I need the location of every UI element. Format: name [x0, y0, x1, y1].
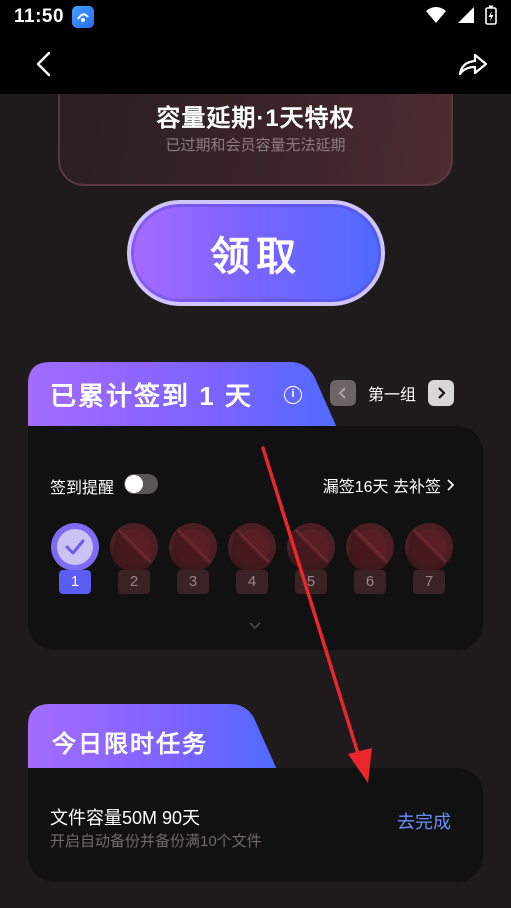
day-locked-circle — [227, 522, 277, 572]
day-item-3[interactable]: 3 — [168, 520, 218, 600]
day-item-6[interactable]: 6 — [345, 520, 395, 600]
battery-charging-icon — [485, 5, 497, 30]
signin-card: 签到提醒 漏签16天 去补签 1 2 3 4 5 6 7 — [28, 426, 483, 650]
day-number: 7 — [413, 570, 445, 594]
info-icon[interactable]: i — [284, 386, 302, 404]
status-bar: 11:50 — [0, 0, 511, 34]
expand-button[interactable] — [248, 618, 262, 636]
task-header-tab: 今日限时任务 — [28, 704, 278, 772]
complete-task-button[interactable]: 去完成 — [397, 808, 451, 834]
day-locked-circle — [168, 522, 218, 572]
day-item-7[interactable]: 7 — [404, 520, 454, 600]
signin-title: 已累计签到 1 天 — [50, 381, 253, 411]
makeup-text: 漏签16天 去补签 — [322, 479, 441, 496]
signal-icon — [457, 6, 475, 29]
next-group-button[interactable] — [428, 380, 455, 406]
day-number: 6 — [354, 570, 386, 594]
day-locked-circle — [345, 522, 395, 572]
day-number: 5 — [295, 570, 327, 594]
chevron-left-icon — [338, 387, 346, 399]
day-item-5[interactable]: 5 — [286, 520, 336, 600]
back-button[interactable] — [28, 48, 60, 80]
prev-group-button[interactable] — [330, 380, 356, 406]
wifi-icon — [425, 6, 447, 29]
day-item-4[interactable]: 4 — [227, 520, 277, 600]
share-button[interactable] — [457, 48, 489, 80]
task-description: 开启自动备份并备份满10个文件 — [50, 833, 262, 850]
claim-button[interactable]: 领取 — [127, 200, 385, 306]
group-nav: 第一组 — [330, 380, 455, 406]
chevron-right-icon — [438, 387, 446, 399]
status-time: 11:50 — [14, 6, 65, 27]
nav-bar — [0, 34, 511, 94]
app-notification-icon — [72, 6, 95, 28]
day-locked-circle — [286, 522, 336, 572]
day-number: 4 — [236, 570, 268, 594]
day-locked-circle — [404, 522, 454, 572]
reward-subtitle: 已过期和会员容量无法延期 — [165, 137, 346, 154]
chevron-right-icon — [447, 479, 455, 491]
reward-title: 容量延期·1天特权 — [156, 105, 355, 132]
reminder-label: 签到提醒 — [50, 480, 115, 497]
reward-card: 容量延期·1天特权 已过期和会员容量无法延期 — [58, 94, 453, 186]
task-section-title: 今日限时任务 — [52, 731, 208, 758]
reminder-toggle[interactable] — [124, 474, 158, 494]
makeup-signin-link[interactable]: 漏签16天 去补签 — [323, 473, 455, 497]
day-number: 1 — [59, 570, 91, 594]
chevron-down-icon — [249, 622, 261, 630]
day-item-1[interactable]: 1 — [50, 520, 100, 600]
task-name: 文件容量50M 90天 — [50, 808, 201, 828]
days-row: 1 2 3 4 5 6 7 — [50, 520, 470, 600]
status-icons — [425, 5, 497, 30]
day-number: 3 — [177, 570, 209, 594]
day-number: 2 — [118, 570, 150, 594]
day-locked-circle — [109, 522, 159, 572]
task-card: 文件容量50M 90天 开启自动备份并备份满10个文件 去完成 — [28, 768, 483, 882]
group-label: 第一组 — [368, 387, 417, 404]
toggle-knob — [125, 475, 143, 493]
day-checked-circle — [50, 522, 100, 572]
share-icon — [458, 53, 488, 76]
day-item-2[interactable]: 2 — [109, 520, 159, 600]
signin-header-tab: 已累计签到 1 天 i — [28, 362, 338, 430]
chevron-left-icon — [36, 51, 51, 77]
